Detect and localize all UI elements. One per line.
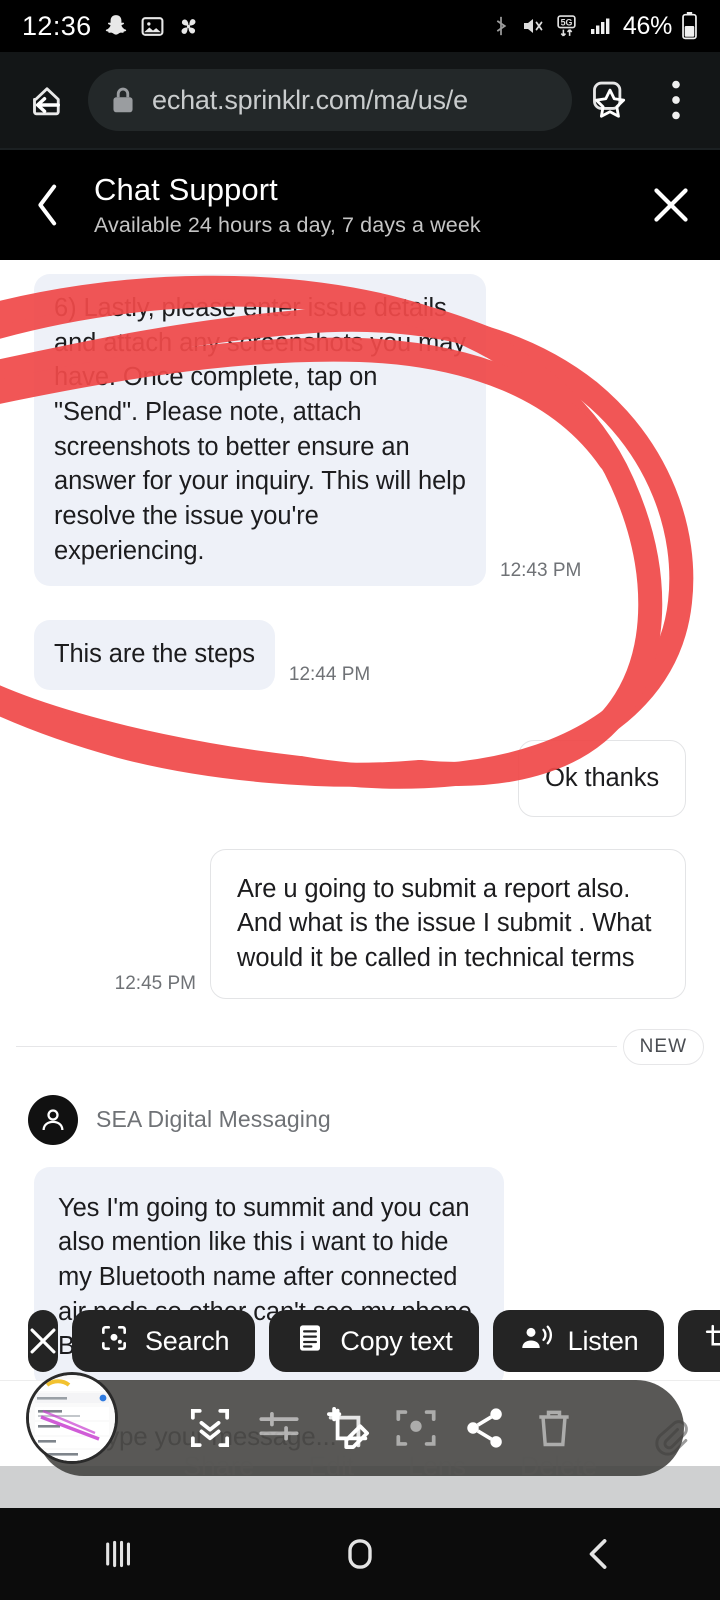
battery-icon (681, 12, 698, 40)
message-bubble[interactable]: 6) Lastly, please enter issue details an… (34, 274, 486, 587)
copy-text-icon (295, 1322, 325, 1361)
battery-percent-label: 46% (622, 11, 672, 40)
bookmark-star-icon[interactable] (582, 72, 638, 128)
url-bar[interactable]: echat.sprinklr.com/ma/us/e (88, 69, 572, 131)
svg-text:5G: 5G (560, 17, 572, 27)
agent-row: SEA Digital Messaging (0, 1094, 720, 1145)
message-bubble[interactable]: Ok thanks (518, 740, 686, 817)
listen-button[interactable]: Listen (492, 1310, 665, 1372)
new-badge: NEW (622, 1028, 704, 1065)
message-timestamp: 12:45 PM (114, 972, 196, 994)
lens-search-icon (98, 1322, 130, 1361)
edit-crop-icon[interactable] (319, 1399, 377, 1457)
photos-icon (140, 14, 165, 39)
agent-name: SEA Digital Messaging (96, 1106, 331, 1133)
chat-availability-subtitle: Available 24 hours a day, 7 days a week (94, 212, 481, 237)
text-selection-toolbar[interactable]: Search Copy text Listen Cr (0, 1310, 720, 1372)
close-selection-button[interactable] (28, 1310, 58, 1372)
message-timestamp: 12:43 PM (500, 560, 582, 582)
mute-icon (521, 14, 545, 38)
trash-icon[interactable] (525, 1399, 583, 1457)
snapchat-icon (103, 13, 129, 39)
message-row: 12:45 PM Are u going to submit a report … (0, 848, 720, 999)
pinwheel-icon (176, 14, 201, 39)
new-messages-divider: NEW (16, 1025, 704, 1069)
signal-icon (588, 14, 614, 38)
scroll-capture-icon[interactable] (181, 1399, 239, 1457)
crop-icon (704, 1323, 720, 1360)
divider-line (16, 1045, 617, 1048)
chat-message-list[interactable]: 6) Lastly, please enter issue details an… (0, 260, 720, 1492)
chat-header-titles: Chat Support Available 24 hours a day, 7… (88, 172, 630, 238)
copy-text-button[interactable]: Copy text (269, 1310, 479, 1372)
back-icon[interactable] (555, 1523, 645, 1585)
copy-text-button-label: Copy text (340, 1325, 453, 1356)
message-bubble[interactable]: This are the steps (34, 620, 275, 691)
message-row: Ok thanks (0, 740, 720, 817)
url-text: echat.sprinklr.com/ma/us/e (152, 84, 468, 115)
recents-icon[interactable] (75, 1523, 165, 1585)
screenshot-edit-toolbar[interactable] (36, 1380, 684, 1476)
person-avatar-icon (28, 1094, 78, 1145)
overflow-menu-icon[interactable] (648, 72, 704, 128)
message-timestamp: 12:44 PM (288, 664, 371, 686)
browser-toolbar: echat.sprinklr.com/ma/us/e (0, 52, 720, 148)
status-bar-right: 5G 46% (490, 12, 698, 41)
home-icon[interactable] (315, 1523, 405, 1585)
message-bubble[interactable]: Are u going to submit a report also. And… (210, 848, 686, 999)
lock-icon (110, 85, 136, 115)
message-row: 6) Lastly, please enter issue details an… (0, 274, 720, 587)
search-button-label: Search (145, 1325, 230, 1356)
page-title: Chat Support (94, 172, 278, 208)
crop-button[interactable]: Cr (678, 1310, 720, 1372)
listen-button-label: Listen (567, 1325, 639, 1356)
chat-support-header: Chat Support Available 24 hours a day, 7… (0, 148, 720, 260)
status-bar: 12:36 5G 46% (0, 0, 720, 52)
lens-scan-icon[interactable] (387, 1399, 445, 1457)
chevron-left-icon[interactable] (18, 175, 78, 235)
message-row: This are the steps 12:44 PM (0, 620, 720, 691)
home-back-icon[interactable] (16, 69, 78, 131)
system-navigation-bar (0, 1508, 720, 1600)
listen-icon (519, 1323, 553, 1360)
5g-icon: 5G (554, 14, 579, 39)
search-button[interactable]: Search (72, 1310, 256, 1372)
crop-adjust-icon[interactable] (250, 1399, 308, 1457)
status-bar-left: 12:36 (22, 11, 201, 42)
bluetooth-icon (490, 14, 512, 38)
close-icon[interactable] (640, 174, 702, 236)
screenshot-thumbnail[interactable] (26, 1372, 118, 1464)
status-clock: 12:36 (22, 10, 92, 41)
share-node-icon[interactable] (456, 1399, 514, 1457)
